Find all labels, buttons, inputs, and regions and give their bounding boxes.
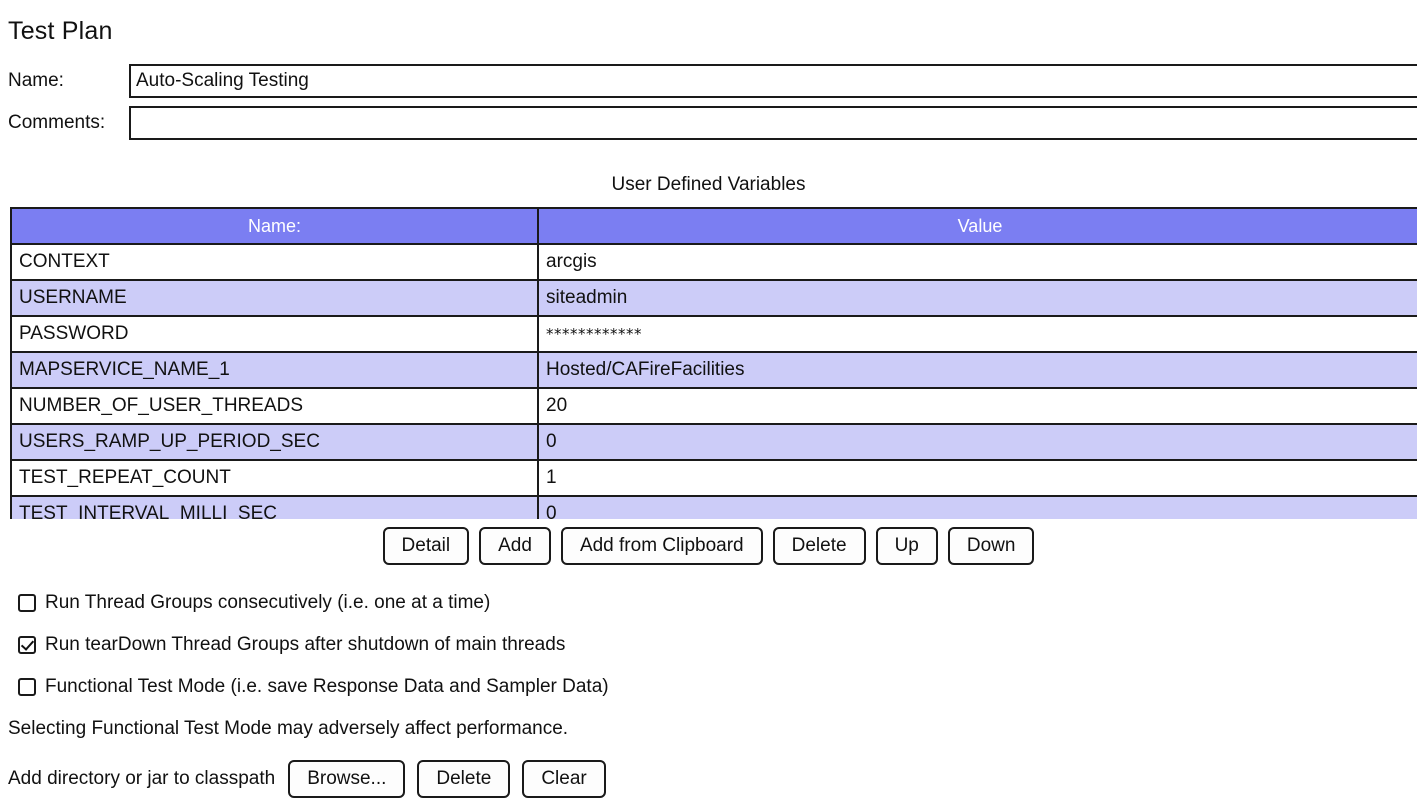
variable-name-cell[interactable]: PASSWORD <box>11 316 538 352</box>
variable-name-cell[interactable]: TEST_INTERVAL_MILLI_SEC <box>11 496 538 519</box>
table-row[interactable]: MAPSERVICE_NAME_1Hosted/CAFireFacilities <box>11 352 1417 388</box>
checkbox-label-functional-test-mode: Functional Test Mode (i.e. save Response… <box>45 676 609 698</box>
table-header-row: Name: Value <box>11 209 1417 244</box>
table-row[interactable]: USERNAMEsiteadmin <box>11 280 1417 316</box>
checkbox-row-run-teardown-thread-groups[interactable]: Run tearDown Thread Groups after shutdow… <box>18 634 565 656</box>
variable-value-cell[interactable]: 0 <box>538 424 1417 460</box>
add-from-clipboard-button[interactable]: Add from Clipboard <box>561 527 763 565</box>
classpath-buttons: Browse... Delete Clear <box>288 760 606 798</box>
variable-name-cell[interactable]: USERS_RAMP_UP_PERIOD_SEC <box>11 424 538 460</box>
page-title: Test Plan <box>8 16 113 46</box>
checkbox-label-run-thread-groups-consecutively: Run Thread Groups consecutively (i.e. on… <box>45 592 490 614</box>
user-defined-variables-table: Name: Value CONTEXTarcgisUSERNAMEsiteadm… <box>10 209 1417 519</box>
classpath-clear-button[interactable]: Clear <box>522 760 605 798</box>
table-row[interactable]: CONTEXTarcgis <box>11 244 1417 280</box>
functional-test-mode-note: Selecting Functional Test Mode may adver… <box>8 718 568 740</box>
test-plan-comments-input[interactable] <box>129 106 1417 140</box>
variable-name-cell[interactable]: MAPSERVICE_NAME_1 <box>11 352 538 388</box>
test-plan-name-input[interactable] <box>129 64 1417 98</box>
variable-name-cell[interactable]: CONTEXT <box>11 244 538 280</box>
column-header-value[interactable]: Value <box>538 209 1417 244</box>
name-field-row: Name: <box>0 63 1417 99</box>
variable-value-cell[interactable]: 20 <box>538 388 1417 424</box>
classpath-delete-button[interactable]: Delete <box>417 760 510 798</box>
checkbox-functional-test-mode[interactable] <box>18 678 36 696</box>
checkbox-row-functional-test-mode[interactable]: Functional Test Mode (i.e. save Response… <box>18 676 609 698</box>
variable-name-cell[interactable]: TEST_REPEAT_COUNT <box>11 460 538 496</box>
variable-value-cell[interactable]: 0 <box>538 496 1417 519</box>
table-row[interactable]: NUMBER_OF_USER_THREADS20 <box>11 388 1417 424</box>
variable-value-cell[interactable]: ************ <box>538 316 1417 352</box>
variable-value-cell[interactable]: 1 <box>538 460 1417 496</box>
checkbox-row-run-thread-groups-consecutively[interactable]: Run Thread Groups consecutively (i.e. on… <box>18 592 490 614</box>
column-header-name[interactable]: Name: <box>11 209 538 244</box>
table-row[interactable]: PASSWORD************ <box>11 316 1417 352</box>
user-defined-variables-table-container[interactable]: Name: Value CONTEXTarcgisUSERNAMEsiteadm… <box>10 207 1417 519</box>
table-row[interactable]: TEST_REPEAT_COUNT1 <box>11 460 1417 496</box>
name-label: Name: <box>0 70 129 92</box>
table-row[interactable]: TEST_INTERVAL_MILLI_SEC0 <box>11 496 1417 519</box>
up-button[interactable]: Up <box>876 527 938 565</box>
add-button[interactable]: Add <box>479 527 551 565</box>
variable-value-cell[interactable]: Hosted/CAFireFacilities <box>538 352 1417 388</box>
variable-value-cell[interactable]: arcgis <box>538 244 1417 280</box>
variable-name-cell[interactable]: NUMBER_OF_USER_THREADS <box>11 388 538 424</box>
comments-field-row: Comments: <box>0 105 1417 141</box>
checkbox-label-run-teardown-thread-groups: Run tearDown Thread Groups after shutdow… <box>45 634 565 656</box>
down-button[interactable]: Down <box>948 527 1035 565</box>
classpath-label: Add directory or jar to classpath <box>8 768 275 790</box>
table-action-buttons: DetailAdd Add from Clipboard Delete Up Down <box>0 527 1417 565</box>
checkbox-run-thread-groups-consecutively[interactable] <box>18 594 36 612</box>
comments-label: Comments: <box>0 112 129 134</box>
table-row[interactable]: USERS_RAMP_UP_PERIOD_SEC0 <box>11 424 1417 460</box>
delete-button[interactable]: Delete <box>773 527 866 565</box>
variable-value-cell[interactable]: siteadmin <box>538 280 1417 316</box>
variable-name-cell[interactable]: USERNAME <box>11 280 538 316</box>
detail-button[interactable]: Detail <box>383 527 470 565</box>
classpath-browse-button[interactable]: Browse... <box>288 760 405 798</box>
classpath-row: Add directory or jar to classpath Browse… <box>8 760 606 798</box>
checkbox-run-teardown-thread-groups[interactable] <box>18 636 36 654</box>
user-defined-variables-caption: User Defined Variables <box>0 174 1417 196</box>
